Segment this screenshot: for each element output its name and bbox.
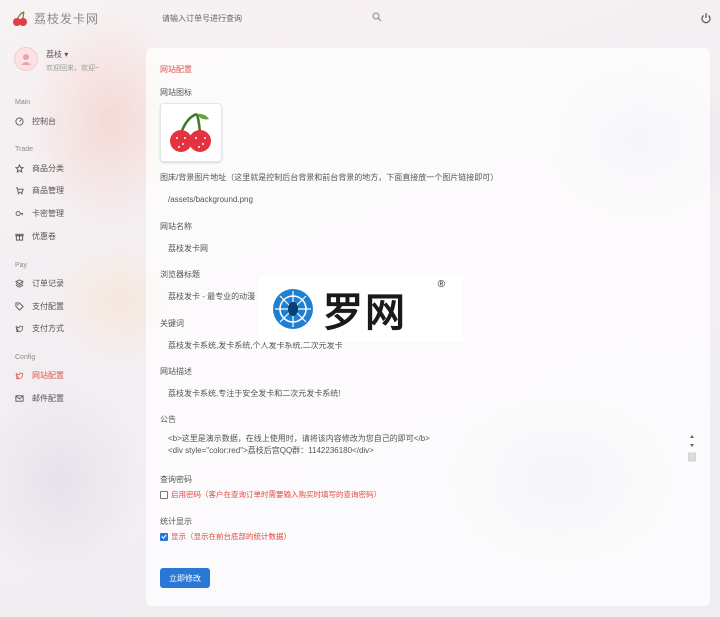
avatar[interactable] xyxy=(14,47,38,71)
site-icon-preview[interactable] xyxy=(160,103,222,162)
stats-text: 显示（显示在前台底部的统计数据） xyxy=(171,532,291,541)
description-field[interactable]: 荔枝发卡系统,专注于安全发卡和二次元发卡系统! xyxy=(160,382,540,404)
query-password-text: 启用密码（客户在查询订单时需要输入购买时填写的查询密码） xyxy=(171,490,381,499)
sidebar-item-orders[interactable]: 订单记录 xyxy=(15,276,135,290)
search-input[interactable] xyxy=(162,13,362,23)
card-title: 网站配置 xyxy=(160,65,192,74)
sidebar-item-label: 支付配置 xyxy=(32,301,64,311)
site-icon-label: 网站图标 xyxy=(160,88,192,97)
cherry-icon xyxy=(170,112,211,152)
site-name-label: 网站名称 xyxy=(160,222,192,231)
sidebar-item-label: 优惠卷 xyxy=(32,231,56,241)
sidebar-item-dashboard[interactable]: 控制台 xyxy=(15,114,135,128)
stats-option[interactable]: 显示（显示在前台底部的统计数据） xyxy=(160,531,291,542)
notice-line: <b>这里是演示数据，在线上使用时，请将该内容修改为您自己的即可</b> xyxy=(168,434,430,443)
twitter-icon xyxy=(15,325,24,332)
sidebar-item-cards[interactable]: 卡密管理 xyxy=(15,206,135,220)
sidebar-item-coupons[interactable]: 优惠卷 xyxy=(15,229,135,243)
sidebar-item-label: 商品分类 xyxy=(32,163,64,173)
chevron-down-icon: ▾ xyxy=(64,50,69,59)
sidebar-item-mail-config[interactable]: 邮件配置 xyxy=(15,391,135,405)
sidebar-item-pay-methods[interactable]: 支付方式 xyxy=(15,321,135,335)
notice-line: <div style="color:red">荔枝后宫QQ群：114223618… xyxy=(168,446,374,455)
sidebar-item-site-config[interactable]: 网站配置 xyxy=(15,368,135,382)
notice-label: 公告 xyxy=(160,415,176,424)
sidebar-item-label: 订单记录 xyxy=(32,278,64,288)
spider-logo-icon xyxy=(273,288,313,329)
section-label-config: Config xyxy=(15,354,36,361)
keywords-label: 关键词 xyxy=(160,319,184,328)
notice-scrollbar[interactable] xyxy=(688,433,696,463)
sidebar-item-label: 邮件配置 xyxy=(32,393,64,403)
cherry-icon xyxy=(13,10,27,26)
star-icon xyxy=(15,163,24,173)
background-label: 图床/背景图片地址（这里就是控制后台背景和前台背景的地方，下面直接放一个图片链接… xyxy=(160,173,499,182)
brand[interactable]: 荔枝发卡网 xyxy=(12,10,99,27)
user-greeting: 欢迎回来，欢迎~ xyxy=(46,65,100,72)
avatar-icon xyxy=(21,54,31,65)
section-label-main: Main xyxy=(15,99,31,106)
notice-textarea[interactable]: <b>这里是演示数据，在线上使用时，请将该内容修改为您自己的即可</b> <di… xyxy=(160,428,696,466)
twitter-icon xyxy=(15,372,24,379)
site-name-field[interactable]: 荔枝发卡网 xyxy=(160,237,540,259)
gift-icon xyxy=(15,233,24,241)
submit-button[interactable]: 立即修改 xyxy=(160,568,210,588)
tag-icon xyxy=(15,301,24,311)
sidebar-item-label: 网站配置 xyxy=(32,370,64,380)
sidebar-item-label: 商品管理 xyxy=(32,185,64,195)
user-name: 荔枝 xyxy=(46,50,62,59)
section-label-pay: Pay xyxy=(15,262,28,269)
order-search xyxy=(162,9,386,27)
power-icon[interactable] xyxy=(700,12,712,24)
sidebar-item-products[interactable]: 商品管理 xyxy=(15,183,135,197)
query-password-checkbox[interactable] xyxy=(160,490,168,499)
top-bar: 荔枝发卡网 xyxy=(0,0,720,36)
sidebar-item-label: 支付方式 xyxy=(32,323,64,333)
section-label-trade: Trade xyxy=(15,146,34,153)
watermark-text: 罗网 xyxy=(323,290,407,335)
watermark-logo: 罗网 ® xyxy=(259,275,463,342)
sidebar-item-categories[interactable]: 商品分类 xyxy=(15,161,135,175)
stats-checkbox[interactable] xyxy=(160,532,168,541)
user-menu[interactable]: 荔枝 ▾ xyxy=(46,49,99,60)
query-password-option[interactable]: 启用密码（客户在查询订单时需要输入购买时填写的查询密码） xyxy=(160,489,381,500)
key-icon xyxy=(15,210,24,216)
mail-icon xyxy=(15,394,24,402)
stats-label: 统计显示 xyxy=(160,517,192,526)
user-block: 荔枝 ▾ 欢迎回来，欢迎~ xyxy=(14,47,99,73)
cart-icon xyxy=(15,186,24,194)
check-icon xyxy=(161,534,167,539)
query-password-label: 查询密码 xyxy=(160,475,192,484)
search-icon[interactable] xyxy=(372,12,382,22)
sidebar-item-label: 控制台 xyxy=(32,116,56,126)
background-url-field[interactable]: /assets/background.png xyxy=(160,188,540,210)
description-label: 网站描述 xyxy=(160,367,192,376)
sidebar-item-pay-config[interactable]: 支付配置 xyxy=(15,299,135,313)
layers-icon xyxy=(15,278,24,288)
brand-name: 荔枝发卡网 xyxy=(34,12,100,26)
registered-mark: ® xyxy=(437,279,445,290)
dashboard-icon xyxy=(15,116,24,126)
browser-title-label: 浏览器标题 xyxy=(160,270,200,279)
sidebar-item-label: 卡密管理 xyxy=(32,208,64,218)
